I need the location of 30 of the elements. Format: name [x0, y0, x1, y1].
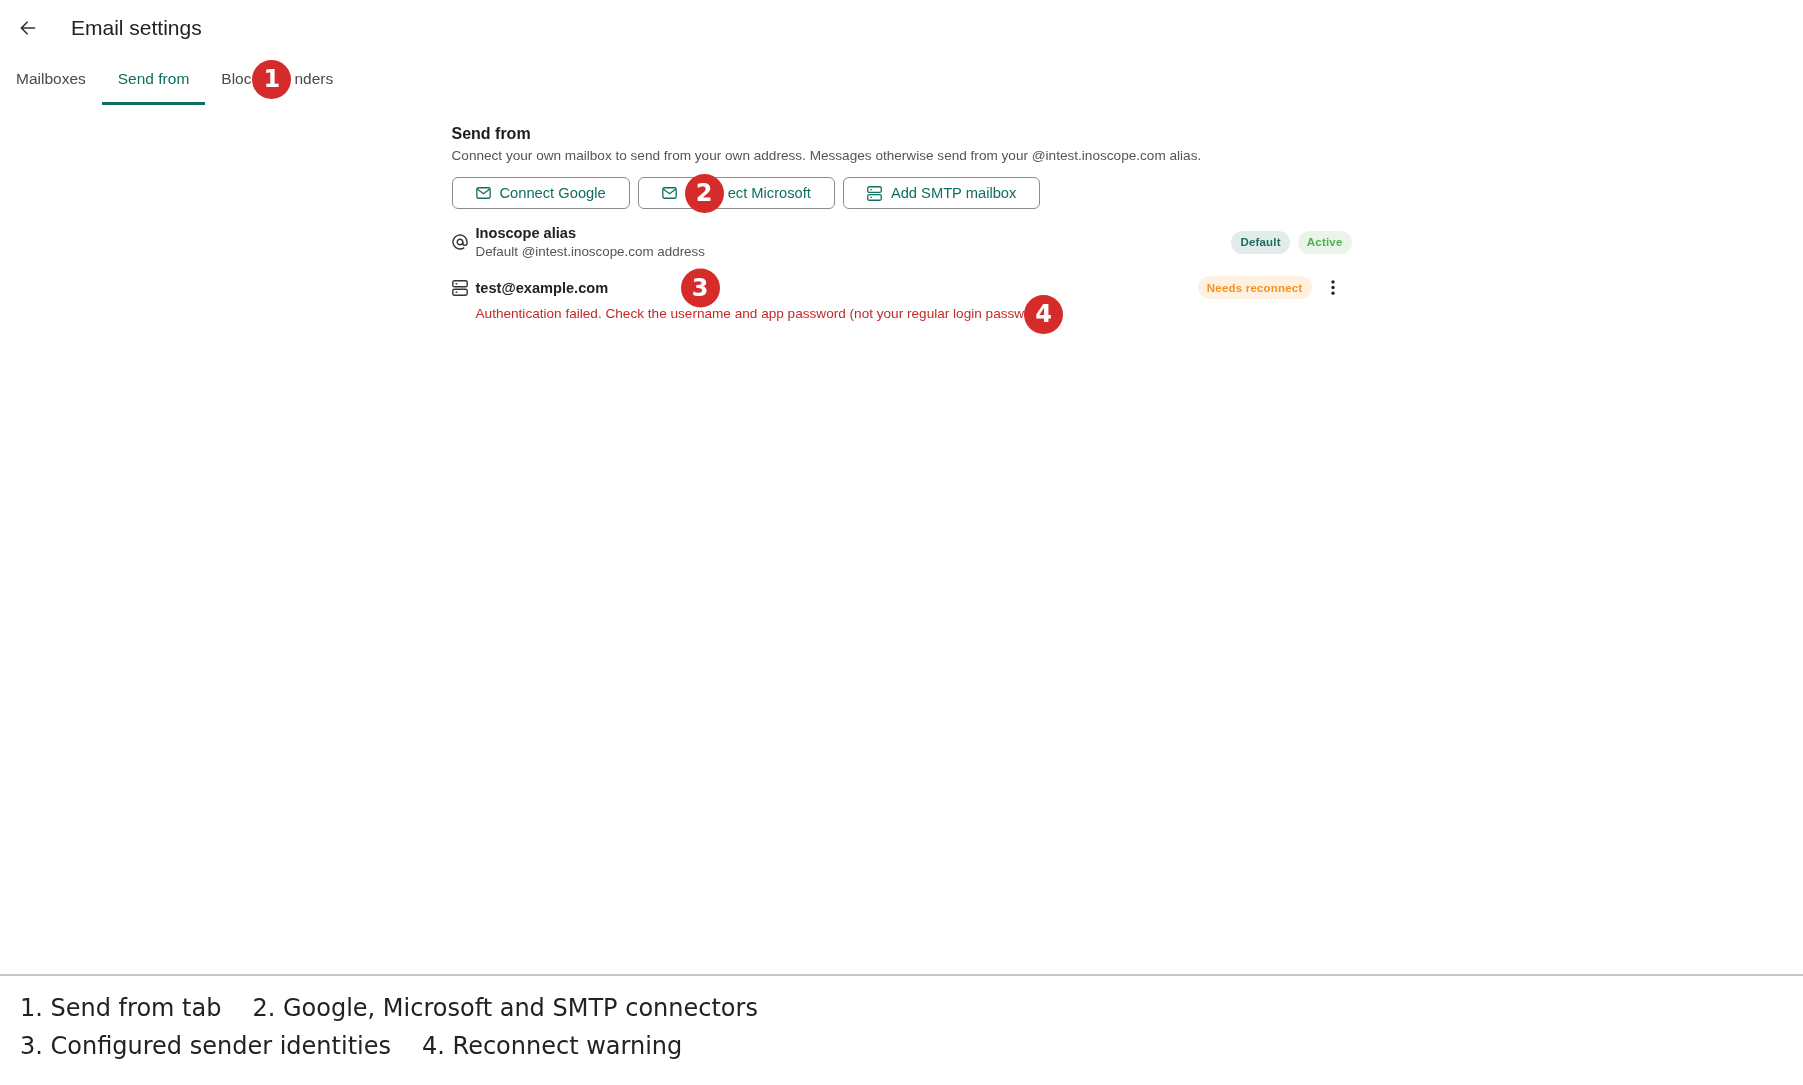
envelope-icon — [475, 187, 491, 199]
caption-text: 4. Reconnect warning — [422, 1031, 683, 1062]
server-icon — [866, 185, 882, 201]
section-heading: Send from — [451, 124, 532, 144]
annotation-marker: 1 — [252, 59, 292, 99]
more-icon — [1330, 280, 1335, 295]
status-badge: Needs reconnect — [1197, 276, 1312, 299]
tab[interactable]: Bloc 1 nders — [205, 56, 350, 105]
envelope-icon — [661, 187, 677, 199]
sender-name: Inoscope alias — [475, 224, 577, 243]
at-sign-icon — [451, 234, 468, 250]
connect-button[interactable]: Add SMTP mailbox — [842, 177, 1041, 209]
sender-description: Default @intest.inoscope.com address — [475, 243, 705, 261]
caption-text: 2. Google, Microsoft and SMTP connectors — [252, 993, 758, 1024]
section-description: Connect your own mailbox to send from your own address. Messages otherwise send from your @intest.inoscope.com alias. — [451, 147, 1203, 165]
caption-text: 3. Configured sender identities — [20, 1031, 391, 1062]
connect-button[interactable]: Connect Google — [451, 177, 630, 209]
sender-name: test@example.com — [475, 278, 609, 298]
page-title: Email settings — [71, 15, 202, 41]
error-message: Authentication failed. Check the username and app password (not your regular login passw — [475, 305, 1025, 323]
status-badge: Active — [1297, 230, 1352, 254]
status-badge: Default — [1231, 230, 1290, 254]
back-arrow-icon — [20, 20, 36, 36]
annotation-marker: 4 — [1024, 294, 1064, 334]
tab[interactable]: Send from — [101, 56, 206, 105]
server-icon — [451, 279, 468, 296]
tab[interactable]: Mailboxes — [0, 56, 102, 105]
caption-text: 1. Send from tab — [20, 993, 222, 1024]
annotation-marker: 3 — [680, 268, 720, 307]
annotation-marker: 2 — [684, 173, 724, 213]
